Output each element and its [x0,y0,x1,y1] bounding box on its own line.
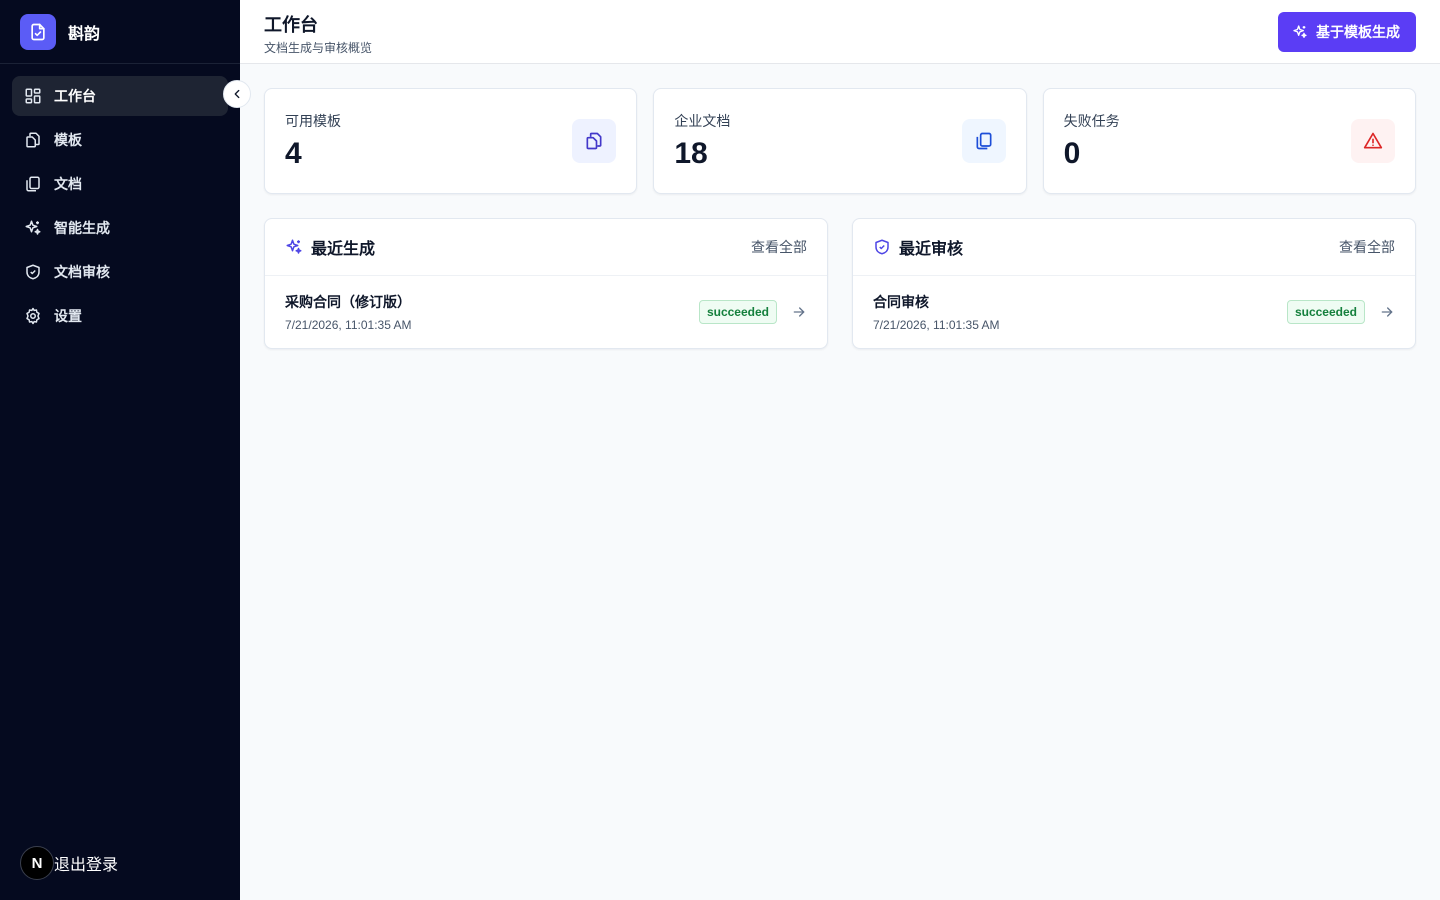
sidebar-item-doc-review[interactable]: 文档审核 [12,252,228,292]
logout-button[interactable]: N 退出登录 [20,846,118,880]
stat-value: 0 [1063,137,1081,170]
sidebar-nav: 工作台 模板 文档 智能生成 文档审核 设置 [0,64,240,352]
stat-value: 4 [285,137,302,170]
panel-header: 最近审核 查看全部 [853,219,1415,276]
stat-card-failed-tasks: 失败任务 0 [1042,88,1416,194]
stat-card-templates: 可用模板 4 [264,88,638,194]
sidebar-item-documents[interactable]: 文档 [12,164,228,204]
list-item-time: 7/21/2026, 11:01:35 AM [285,318,412,332]
stat-label: 失败任务 [1063,113,1120,129]
brand: 斟韵 [0,0,240,64]
panel-title: 最近审核 [899,241,964,258]
sidebar-item-label: 设置 [54,308,82,324]
templates-icon [572,119,617,163]
sidebar-item-settings[interactable]: 设置 [12,296,228,336]
panel-title: 最近生成 [311,241,376,258]
shield-check-icon [873,238,891,256]
view-all-link[interactable]: 查看全部 [751,237,807,257]
recent-generation-panel: 最近生成 查看全部 采购合同（修订版） 7/21/2026, 11:01:35 … [264,218,828,349]
sidebar-item-label: 文档 [54,176,82,192]
page-header: 工作台 文档生成与审核概览 基于模板生成 [240,0,1440,64]
list-item-title: 合同审核 [873,294,929,310]
status-badge: succeeded [1286,300,1365,324]
sidebar-item-label: 模板 [54,132,82,148]
sidebar-item-label: 工作台 [54,88,96,104]
dashboard-icon [24,87,42,105]
documents-icon [24,175,42,193]
stats-row: 可用模板 4 企业文档 18 失败任务 0 [264,88,1416,194]
alert-triangle-icon [1350,119,1395,163]
list-item-time: 7/21/2026, 11:01:35 AM [873,318,1000,332]
sidebar-collapse-button[interactable] [223,80,251,108]
shield-check-icon [24,263,42,281]
arrow-right-icon[interactable] [1379,304,1395,320]
generate-from-template-button[interactable]: 基于模板生成 [1278,12,1416,52]
sidebar-item-smart-generate[interactable]: 智能生成 [12,208,228,248]
list-item[interactable]: 采购合同（修订版） 7/21/2026, 11:01:35 AM succeed… [265,276,827,348]
sidebar-item-label: 文档审核 [54,264,110,280]
list-item[interactable]: 合同审核 7/21/2026, 11:01:35 AM succeeded [853,276,1415,348]
sparkles-icon [24,219,42,237]
sparkles-icon [285,238,303,256]
sidebar: 斟韵 工作台 模板 文档 智能生成 文档审核 设置 N 退出登录 [0,0,240,900]
app-logo-icon[interactable] [20,13,56,50]
view-all-link[interactable]: 查看全部 [1339,237,1395,257]
page-subtitle: 文档生成与审核概览 [264,41,373,55]
generate-button-label: 基于模板生成 [1316,24,1400,40]
stat-value: 18 [674,137,708,170]
gear-icon [24,307,42,325]
stat-label: 企业文档 [674,113,731,129]
sidebar-item-label: 智能生成 [54,220,110,236]
arrow-right-icon[interactable] [791,304,807,320]
sparkles-icon [1292,24,1308,40]
sidebar-item-dashboard[interactable]: 工作台 [12,76,228,116]
page-title: 工作台 [264,15,318,35]
panel-header: 最近生成 查看全部 [265,219,827,276]
recent-review-panel: 最近审核 查看全部 合同审核 7/21/2026, 11:01:35 AM su… [852,218,1416,349]
avatar: N [20,846,54,880]
chevron-left-icon [230,87,244,101]
sidebar-item-templates[interactable]: 模板 [12,120,228,160]
app-name: 斟韵 [68,25,101,43]
recent-panels: 最近生成 查看全部 采购合同（修订版） 7/21/2026, 11:01:35 … [264,218,1416,349]
logout-label: 退出登录 [54,857,119,874]
templates-icon [24,131,42,149]
stat-label: 可用模板 [285,113,341,129]
stat-card-documents: 企业文档 18 [653,88,1027,194]
status-badge: succeeded [698,300,777,324]
documents-icon [961,119,1006,163]
list-item-title: 采购合同（修订版） [285,294,411,310]
